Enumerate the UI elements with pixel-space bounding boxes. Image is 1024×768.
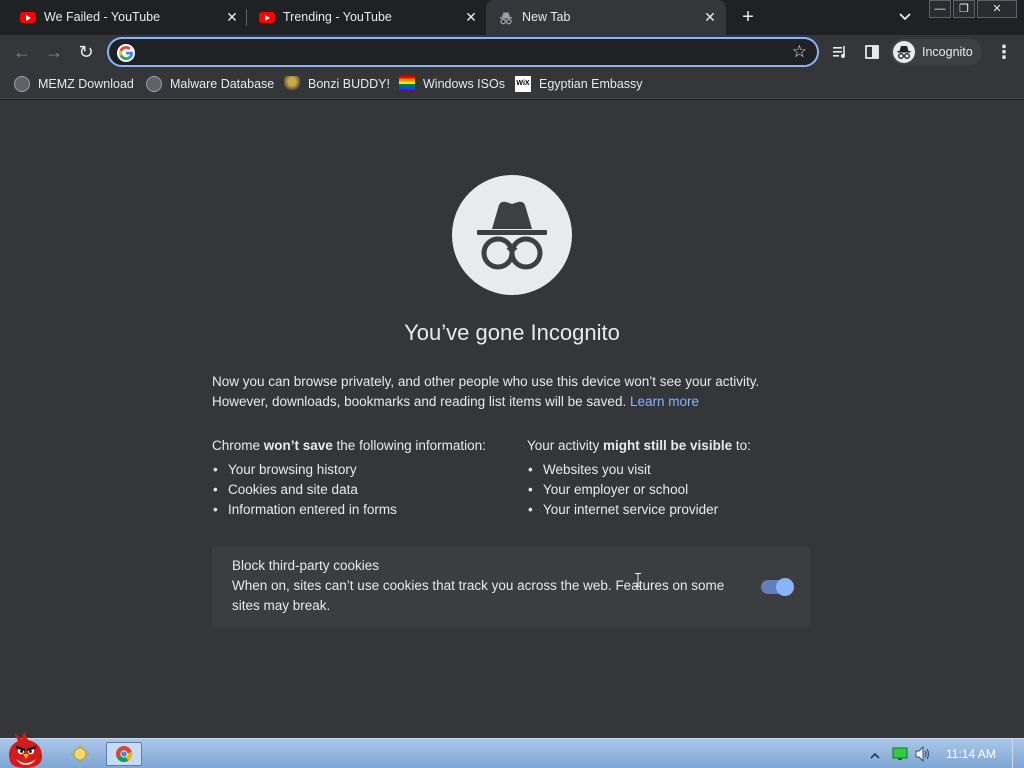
- taskbar: 11:14 AM: [0, 731, 1024, 768]
- youtube-icon: [259, 10, 275, 26]
- bookmark-star-icon[interactable]: ☆: [792, 42, 807, 62]
- heading-bold: might still be visible: [603, 438, 733, 453]
- minimize-button[interactable]: —: [929, 0, 951, 18]
- globe-icon: [146, 76, 162, 92]
- browser-window: We Failed - YouTube ✕ Trending - YouTube…: [0, 0, 1024, 768]
- wont-save-column: Chrome won’t save the following informat…: [212, 436, 486, 520]
- rainbow-flag-icon: [399, 76, 415, 92]
- bookmarks-bar: MEMZ Download Malware Database Bonzi BUD…: [0, 69, 1024, 99]
- intro-text: Now you can browse privately, and other …: [212, 372, 812, 412]
- close-icon[interactable]: ✕: [224, 9, 240, 25]
- youtube-icon: [20, 10, 36, 26]
- address-input[interactable]: [141, 43, 781, 63]
- bookmark-label: Bonzi BUDDY!: [308, 77, 390, 91]
- profile-button[interactable]: Incognito: [890, 39, 982, 65]
- explorer-taskbar-button[interactable]: [62, 742, 98, 766]
- heading-part: Chrome: [212, 438, 264, 453]
- tab-strip: We Failed - YouTube ✕ Trending - YouTube…: [0, 0, 1024, 35]
- show-hidden-icons-icon[interactable]: [870, 748, 880, 766]
- page-title: You’ve gone Incognito: [404, 320, 620, 345]
- bookmark-label: Egyptian Embassy: [539, 77, 643, 91]
- bookmark-label: MEMZ Download: [38, 77, 134, 91]
- restore-button[interactable]: ❐: [953, 0, 975, 18]
- side-panel-icon[interactable]: [863, 43, 881, 61]
- chrome-taskbar-button[interactable]: [106, 742, 142, 766]
- incognito-page: You’ve gone Incognito Now you can browse…: [0, 100, 1024, 738]
- reload-button[interactable]: ↻: [75, 41, 97, 63]
- network-icon[interactable]: [892, 747, 908, 766]
- bookmark-label: Malware Database: [170, 77, 275, 91]
- cookie-title: Block third-party cookies: [232, 558, 380, 573]
- new-tab-button[interactable]: +: [737, 6, 759, 28]
- system-tray: [862, 739, 1024, 768]
- tab-title: New Tab: [522, 10, 571, 24]
- google-icon: [117, 44, 135, 62]
- window-close-button[interactable]: ✕: [977, 0, 1017, 18]
- list-item: Your internet service provider: [527, 500, 751, 520]
- tab-title: Trending - YouTube: [283, 10, 392, 24]
- close-icon[interactable]: ✕: [463, 9, 479, 25]
- omnibox[interactable]: ☆: [107, 37, 819, 67]
- tab-we-failed[interactable]: We Failed - YouTube ✕: [0, 0, 246, 35]
- still-visible-heading: Your activity might still be visible to:: [527, 436, 751, 456]
- heading-part: to:: [732, 438, 751, 453]
- intro-line-2: However, downloads, bookmarks and readin…: [212, 392, 812, 412]
- heading-part: Your activity: [527, 438, 604, 453]
- show-desktop-button[interactable]: [1012, 739, 1024, 768]
- profile-label: Incognito: [922, 45, 973, 59]
- toggle-knob: [776, 578, 794, 596]
- tab-new-tab[interactable]: New Tab ✕: [486, 0, 726, 35]
- reading-list-icon[interactable]: [831, 43, 849, 61]
- close-icon[interactable]: ✕: [702, 9, 718, 25]
- list-item: Information entered in forms: [212, 500, 486, 520]
- bonzi-icon: [284, 76, 300, 92]
- intro-line-1: Now you can browse privately, and other …: [212, 374, 760, 389]
- clock[interactable]: 11:14 AM: [946, 747, 996, 761]
- list-item: Websites you visit: [527, 460, 751, 480]
- text-cursor-icon: [635, 573, 641, 587]
- back-button[interactable]: ←: [11, 41, 33, 63]
- intro-line-2-text: However, downloads, bookmarks and readin…: [212, 394, 627, 409]
- bookmark-label: Windows ISOs: [423, 77, 505, 91]
- heading-part: the following information:: [332, 438, 486, 453]
- learn-more-link[interactable]: Learn more: [630, 394, 699, 409]
- menu-icon[interactable]: ⋮: [995, 42, 1013, 62]
- heading-bold: won’t save: [263, 438, 333, 453]
- toolbar: ← → ↻ ☆ Incognito ⋮: [0, 35, 1024, 69]
- wont-save-list: Your browsing history Cookies and site d…: [212, 460, 486, 520]
- still-visible-list: Websites you visit Your employer or scho…: [527, 460, 751, 520]
- list-item: Cookies and site data: [212, 480, 486, 500]
- cookie-description: When on, sites can’t use cookies that tr…: [232, 578, 725, 613]
- incognito-icon: [498, 10, 514, 26]
- list-item: Your employer or school: [527, 480, 751, 500]
- still-visible-column: Your activity might still be visible to:…: [527, 436, 751, 520]
- tab-search-icon[interactable]: [896, 8, 914, 26]
- incognito-icon: [452, 175, 572, 295]
- list-item: Your browsing history: [212, 460, 486, 480]
- start-button-icon[interactable]: [2, 731, 48, 768]
- wix-icon: WiX: [515, 76, 531, 92]
- incognito-avatar-icon: [893, 41, 915, 63]
- cookie-controls-card: Block third-party cookies When on, sites…: [212, 546, 810, 628]
- block-cookies-toggle[interactable]: [761, 578, 794, 596]
- volume-icon[interactable]: [914, 745, 932, 767]
- globe-icon: [14, 76, 30, 92]
- forward-button[interactable]: →: [43, 41, 65, 63]
- wont-save-heading: Chrome won’t save the following informat…: [212, 436, 486, 456]
- tab-title: We Failed - YouTube: [44, 10, 161, 24]
- tab-trending[interactable]: Trending - YouTube ✕: [239, 0, 485, 35]
